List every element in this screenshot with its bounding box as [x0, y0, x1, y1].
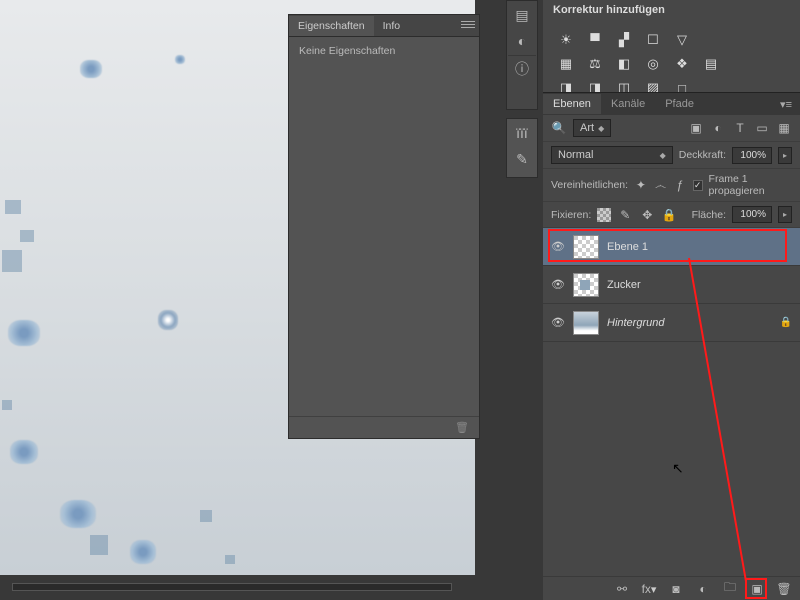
properties-panel: Eigenschaften Info Keine Eigenschaften 🗑 — [288, 14, 480, 439]
filter-kind-dropdown[interactable]: Art◆ — [573, 119, 611, 137]
opacity-field[interactable]: 100% — [732, 147, 772, 164]
lut-icon[interactable]: ▤ — [702, 56, 720, 72]
link-icon[interactable]: ⚯ — [614, 582, 630, 596]
visibility-icon[interactable]: 👁 — [551, 316, 565, 329]
propagate-checkbox[interactable] — [693, 180, 703, 191]
bw-icon[interactable]: ◧ — [615, 56, 633, 72]
opacity-slider-icon[interactable]: ▸ — [778, 147, 792, 164]
brush-preset-icon[interactable]: ✎ — [508, 147, 536, 171]
visibility-icon[interactable]: 👁 — [551, 278, 565, 291]
layer-name[interactable]: Ebene 1 — [607, 241, 648, 253]
lock-all-icon[interactable]: 🔒 — [661, 207, 677, 223]
lock-transparency-icon[interactable] — [597, 208, 611, 222]
brushes-icon[interactable]: ïïï — [508, 121, 536, 145]
filter-smart-icon[interactable]: ▦ — [776, 120, 792, 136]
layer-name[interactable]: Hintergrund — [607, 317, 664, 329]
filter-shape-icon[interactable]: ▭ — [754, 120, 770, 136]
lock-label: Fixieren: — [551, 209, 591, 221]
fill-slider-icon[interactable]: ▸ — [778, 206, 792, 223]
dock-strip: ▤ ◐ ⓘ — [506, 0, 538, 110]
lock-paint-icon[interactable]: ✎ — [617, 207, 633, 223]
filter-pixel-icon[interactable]: ▣ — [688, 120, 704, 136]
layer-row[interactable]: 👁 Hintergrund 🔒 — [543, 304, 800, 342]
layers-footer: ⚯ fx▾ ◙ ◐ 🗀 ▣ 🗑 — [543, 576, 800, 600]
unify-visibility-icon[interactable]: ෴ — [654, 177, 668, 193]
blend-mode-dropdown[interactable]: Normal◆ — [551, 146, 673, 164]
tab-properties[interactable]: Eigenschaften — [289, 16, 374, 36]
adjustments-title: Korrektur hinzufügen — [543, 0, 800, 20]
annotation-highlight — [745, 578, 767, 599]
trash-icon[interactable]: 🗑 — [455, 421, 469, 434]
filter-type-icon[interactable]: T — [732, 120, 748, 136]
layer-row[interactable]: 👁 Zucker — [543, 266, 800, 304]
mixer-icon[interactable]: ❖ — [673, 56, 691, 72]
layers-panel: Ebenen Kanäle Pfade ▾≡ 🔍 Art◆ ▣ ◐ T ▭ ▦ … — [543, 92, 800, 600]
fill-label: Fläche: — [692, 209, 726, 221]
visibility-icon[interactable]: 👁 — [551, 240, 565, 253]
adjustment-layer-icon[interactable]: ◐ — [695, 582, 711, 596]
hue-icon[interactable]: ▦ — [557, 56, 575, 72]
opacity-label: Deckkraft: — [679, 149, 726, 161]
filter-adjust-icon[interactable]: ◐ — [710, 120, 726, 136]
info-icon[interactable]: ⓘ — [508, 55, 536, 79]
unify-style-icon[interactable]: ƒ — [673, 177, 687, 193]
layers-list: 👁 Ebene 1 👁 Zucker 👁 Hintergrund 🔒 — [543, 228, 800, 342]
levels-icon[interactable]: ▀ — [586, 32, 604, 48]
tab-info[interactable]: Info — [374, 16, 410, 36]
group-icon[interactable]: 🗀 — [722, 578, 738, 599]
adjustments-dock-icon[interactable]: ◐ — [508, 29, 536, 53]
lock-indicator-icon: 🔒 — [780, 317, 792, 328]
properties-empty-message: Keine Eigenschaften — [289, 37, 479, 65]
tool-dock: ïïï ✎ — [506, 118, 538, 178]
balance-icon[interactable]: ⚖ — [586, 56, 604, 72]
layers-panel-menu-icon[interactable]: ▾≡ — [772, 94, 800, 115]
panel-menu-icon[interactable] — [461, 19, 475, 29]
tab-paths[interactable]: Pfade — [655, 94, 704, 114]
unify-label: Vereinheitlichen: — [551, 179, 628, 191]
layer-thumbnail[interactable] — [573, 235, 599, 259]
right-panel: Korrektur hinzufügen ☀ ▀ ▞ ☐ ▽ ▦ ⚖ ◧ ◎ ❖… — [543, 0, 800, 600]
lock-move-icon[interactable]: ✥ — [639, 207, 655, 223]
layer-thumbnail[interactable] — [573, 311, 599, 335]
unify-position-icon[interactable]: ✦ — [634, 177, 648, 193]
propagate-label: Frame 1 propagieren — [709, 173, 792, 197]
vibrance-icon[interactable]: ▽ — [673, 32, 691, 48]
tab-channels[interactable]: Kanäle — [601, 94, 655, 114]
histogram-icon[interactable]: ▤ — [508, 3, 536, 27]
fill-field[interactable]: 100% — [732, 206, 772, 223]
mask-icon[interactable]: ◙ — [668, 582, 684, 596]
new-layer-icon[interactable]: ▣ — [749, 582, 765, 596]
filter-kind-icon[interactable]: 🔍 — [551, 120, 567, 136]
canvas-statusbar — [0, 575, 475, 600]
tab-layers[interactable]: Ebenen — [543, 94, 601, 114]
brightness-icon[interactable]: ☀ — [557, 32, 575, 48]
photo-filter-icon[interactable]: ◎ — [644, 56, 662, 72]
layer-name[interactable]: Zucker — [607, 279, 641, 291]
layer-row-selected[interactable]: 👁 Ebene 1 — [543, 228, 800, 266]
fx-icon[interactable]: fx▾ — [641, 582, 657, 596]
curves-icon[interactable]: ▞ — [615, 32, 633, 48]
delete-layer-icon[interactable]: 🗑 — [776, 582, 792, 596]
exposure-icon[interactable]: ☐ — [644, 32, 662, 48]
layer-thumbnail[interactable] — [573, 273, 599, 297]
